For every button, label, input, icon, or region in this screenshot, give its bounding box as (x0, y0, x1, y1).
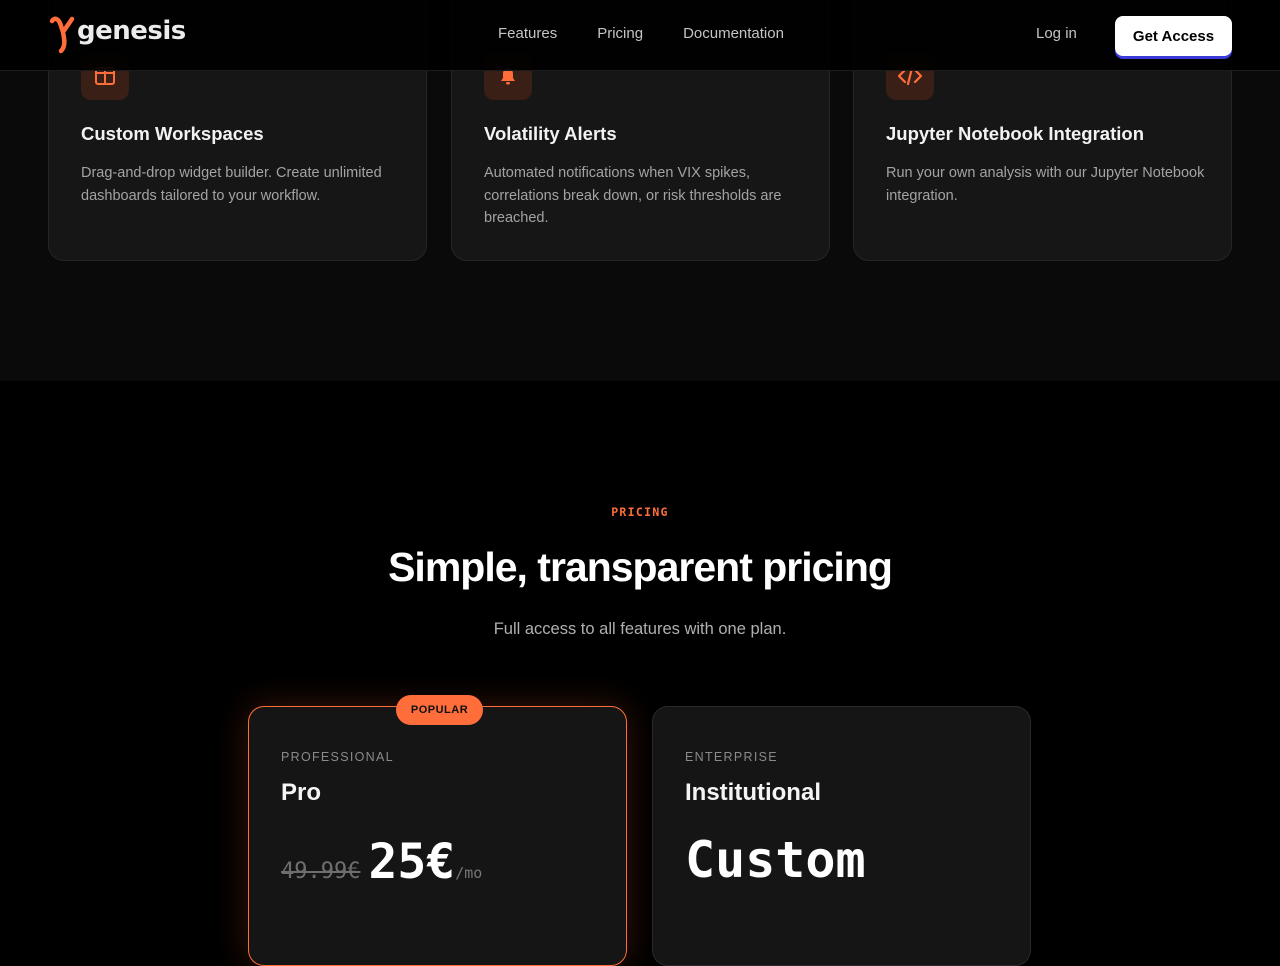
genesis-logo-icon (49, 16, 75, 54)
feature-title: Jupyter Notebook Integration (886, 123, 1144, 144)
login-link[interactable]: Log in (1036, 25, 1077, 42)
feature-description: Automated notifications when VIX spikes,… (484, 165, 782, 226)
plan-tier: PROFESSIONAL (281, 750, 394, 764)
pricing-subheading: Full access to all features with one pla… (493, 620, 787, 638)
price-row: 49.99€ 25€ /mo (281, 834, 482, 890)
feature-title: Custom Workspaces (81, 123, 264, 144)
old-price: 49.99€ (281, 859, 361, 884)
plan-tier: ENTERPRISE (685, 750, 778, 764)
pricing-heading: Simple, transparent pricing (388, 544, 893, 590)
plan-name: Pro (281, 779, 322, 806)
nav-link-features[interactable]: Features (498, 25, 557, 42)
pricing-eyebrow: PRICING (611, 505, 669, 519)
nav-link-documentation[interactable]: Documentation (683, 25, 784, 42)
current-price: 25€ (368, 834, 456, 890)
get-access-button[interactable]: Get Access (1115, 16, 1232, 56)
pricing-section: PRICING Simple, transparent pricing Full… (0, 381, 1280, 966)
nav-link-pricing[interactable]: Pricing (597, 25, 643, 42)
top-navigation: genesis Features Pricing Documentation L… (0, 0, 1280, 71)
nav-links: Features Pricing Documentation (498, 25, 784, 42)
brand-logo[interactable]: genesis (48, 14, 186, 54)
brand-name: genesis (77, 16, 186, 46)
feature-description: Drag-and-drop widget builder. Create unl… (81, 165, 382, 204)
custom-price: Custom (685, 831, 866, 889)
plan-card-institutional: ENTERPRISE Institutional Custom (652, 706, 1031, 966)
plan-name: Institutional (685, 779, 821, 806)
plan-card-pro: POPULAR PROFESSIONAL Pro 49.99€ 25€ /mo (248, 695, 627, 966)
price-period: /mo (455, 864, 483, 882)
feature-title: Volatility Alerts (484, 123, 617, 144)
popular-badge: POPULAR (396, 695, 483, 725)
feature-description: Run your own analysis with our Jupyter N… (886, 165, 1205, 204)
